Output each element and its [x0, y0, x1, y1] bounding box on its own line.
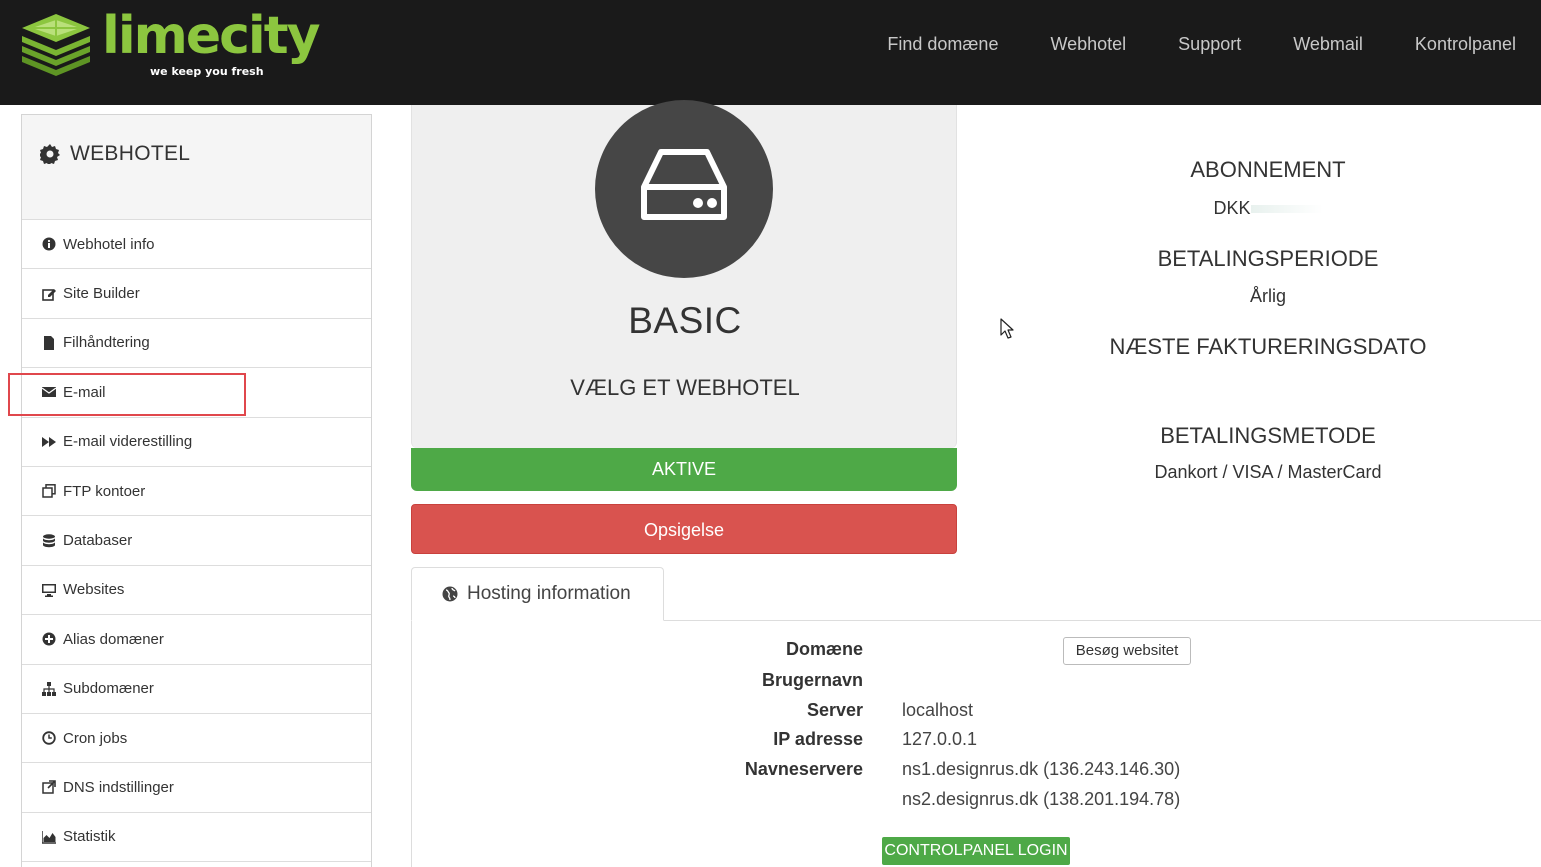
controlpanel-login-button[interactable]: CONTROLPANEL LOGIN — [882, 837, 1070, 865]
sidebar-item-label: Cron jobs — [63, 729, 128, 747]
plus-circle-icon — [41, 631, 57, 647]
sidebar-item-email-viderestilling[interactable]: E-mail viderestilling — [22, 418, 371, 467]
limecity-logo[interactable]: limecity we keep you fresh — [20, 6, 321, 84]
hard-drive-icon — [641, 149, 727, 220]
sidebar-item-webhotel-info[interactable]: Webhotel info — [22, 220, 371, 270]
plan-subtitle: VÆLG ET WEBHOTEL — [570, 375, 800, 400]
domain-label: Domæne — [785, 639, 863, 659]
database-icon — [41, 533, 57, 549]
mouse-cursor-icon — [1000, 318, 1014, 339]
sidebar-item-label: Websites — [63, 581, 125, 599]
sidebar-item-statistik[interactable]: Statistik — [22, 813, 371, 863]
username-label: Brugernavn — [761, 670, 863, 690]
gear-icon — [40, 144, 60, 164]
period-label: BETALINGSPERIODE — [1157, 246, 1379, 271]
info-circle-icon — [41, 236, 57, 252]
sidebar-item-label: Site Builder — [63, 285, 140, 303]
forward-icon — [41, 434, 57, 450]
next-date-label: NÆSTE FAKTURERINGSDATO — [1109, 334, 1427, 359]
sidebar-item-label: E-mail — [63, 383, 106, 401]
sidebar-item-ftp-kontoer[interactable]: FTP kontoer — [22, 467, 371, 517]
sidebar-item-websites[interactable]: Websites — [22, 566, 371, 616]
sidebar-item-label: Alias domæner — [63, 630, 164, 648]
nav-support[interactable]: Support — [1178, 33, 1241, 55]
lime-stack-icon — [22, 14, 90, 76]
nameservers-label: Navneservere — [744, 759, 863, 779]
main-nav: Find domæne Webhotel Support Webmail Kon… — [835, 33, 1516, 55]
desktop-icon — [41, 582, 57, 598]
envelope-icon — [41, 384, 57, 400]
copy-icon — [41, 483, 57, 499]
sidebar-item-label: E-mail viderestilling — [63, 433, 193, 451]
period-value: Årlig — [1249, 286, 1286, 306]
ip-value: 127.0.0.1 — [902, 729, 978, 749]
nav-webhotel[interactable]: Webhotel — [1050, 33, 1126, 55]
sidebar-item-label: FTP kontoer — [63, 482, 146, 500]
ip-label: IP adresse — [773, 729, 863, 749]
nameserver-1: ns1.designrus.dk (136.243.146.30) — [902, 759, 1181, 779]
sidebar-item-label: Filhåndtering — [63, 334, 150, 352]
sidebar-item-alias-domaener[interactable]: Alias domæner — [22, 615, 371, 665]
sidebar-item-subdomaener[interactable]: Subdomæner — [22, 665, 371, 714]
sidebar-title: WEBHOTEL — [70, 142, 191, 165]
plan-name: BASIC — [628, 300, 742, 341]
sidebar-item-label: Statistik — [63, 828, 116, 846]
sidebar-item-label: Databaser — [63, 532, 133, 550]
cancel-subscription-button[interactable]: Opsigelse — [411, 504, 957, 554]
subscription-value: DKK — [1000, 198, 1536, 219]
sidebar: WEBHOTEL Webhotel info Site Builder Filh… — [21, 114, 372, 867]
payment-method-value: Dankort / VISA / MasterCard — [1154, 462, 1382, 482]
tab-label: Hosting information — [467, 583, 631, 604]
logo-tagline: we keep you fresh — [150, 65, 264, 78]
server-value: localhost — [902, 700, 974, 720]
nav-kontrolpanel[interactable]: Kontrolpanel — [1415, 33, 1516, 55]
clock-icon — [41, 730, 57, 746]
globe-icon — [442, 586, 458, 602]
top-navbar: limecity we keep you fresh Find domæne W… — [0, 0, 1541, 105]
logo-wordmark: limecity — [102, 6, 321, 66]
server-label: Server — [806, 700, 863, 720]
sidebar-item-email[interactable]: E-mail — [22, 368, 371, 418]
sidebar-item-label: Subdomæner — [63, 680, 154, 698]
tab-hosting-information[interactable]: Hosting information — [411, 567, 664, 621]
subscription-label: ABONNEMENT — [1190, 157, 1346, 182]
nav-webmail[interactable]: Webmail — [1293, 33, 1363, 55]
sidebar-item-filhandtering[interactable]: Filhåndtering — [22, 319, 371, 369]
edit-icon — [41, 286, 57, 302]
plan-icon-circle — [595, 100, 773, 278]
sidebar-item-databaser[interactable]: Databaser — [22, 516, 371, 566]
nameserver-2: ns2.designrus.dk (138.201.194.78) — [902, 789, 1181, 809]
sidebar-item-label: Webhotel info — [63, 235, 155, 253]
nav-find-domaene[interactable]: Find domæne — [887, 33, 998, 55]
plan-card: BASIC VÆLG ET WEBHOTEL — [411, 100, 957, 448]
visit-website-button[interactable]: Besøg websitet — [1063, 637, 1191, 665]
external-link-icon — [41, 779, 57, 795]
file-icon — [41, 335, 57, 351]
payment-method-label: BETALINGSMETODE — [1160, 423, 1376, 448]
sidebar-header: WEBHOTEL — [22, 115, 371, 220]
area-chart-icon — [41, 829, 57, 845]
status-badge: AKTIVE — [411, 448, 957, 491]
sidebar-item-site-builder[interactable]: Site Builder — [22, 269, 371, 319]
sidebar-item-label: DNS indstillinger — [63, 778, 174, 796]
sidebar-item-dns-indstillinger[interactable]: DNS indstillinger — [22, 763, 371, 813]
sitemap-icon — [41, 681, 57, 697]
sidebar-item-cron-jobs[interactable]: Cron jobs — [22, 714, 371, 764]
redacted-amount — [1250, 205, 1323, 214]
